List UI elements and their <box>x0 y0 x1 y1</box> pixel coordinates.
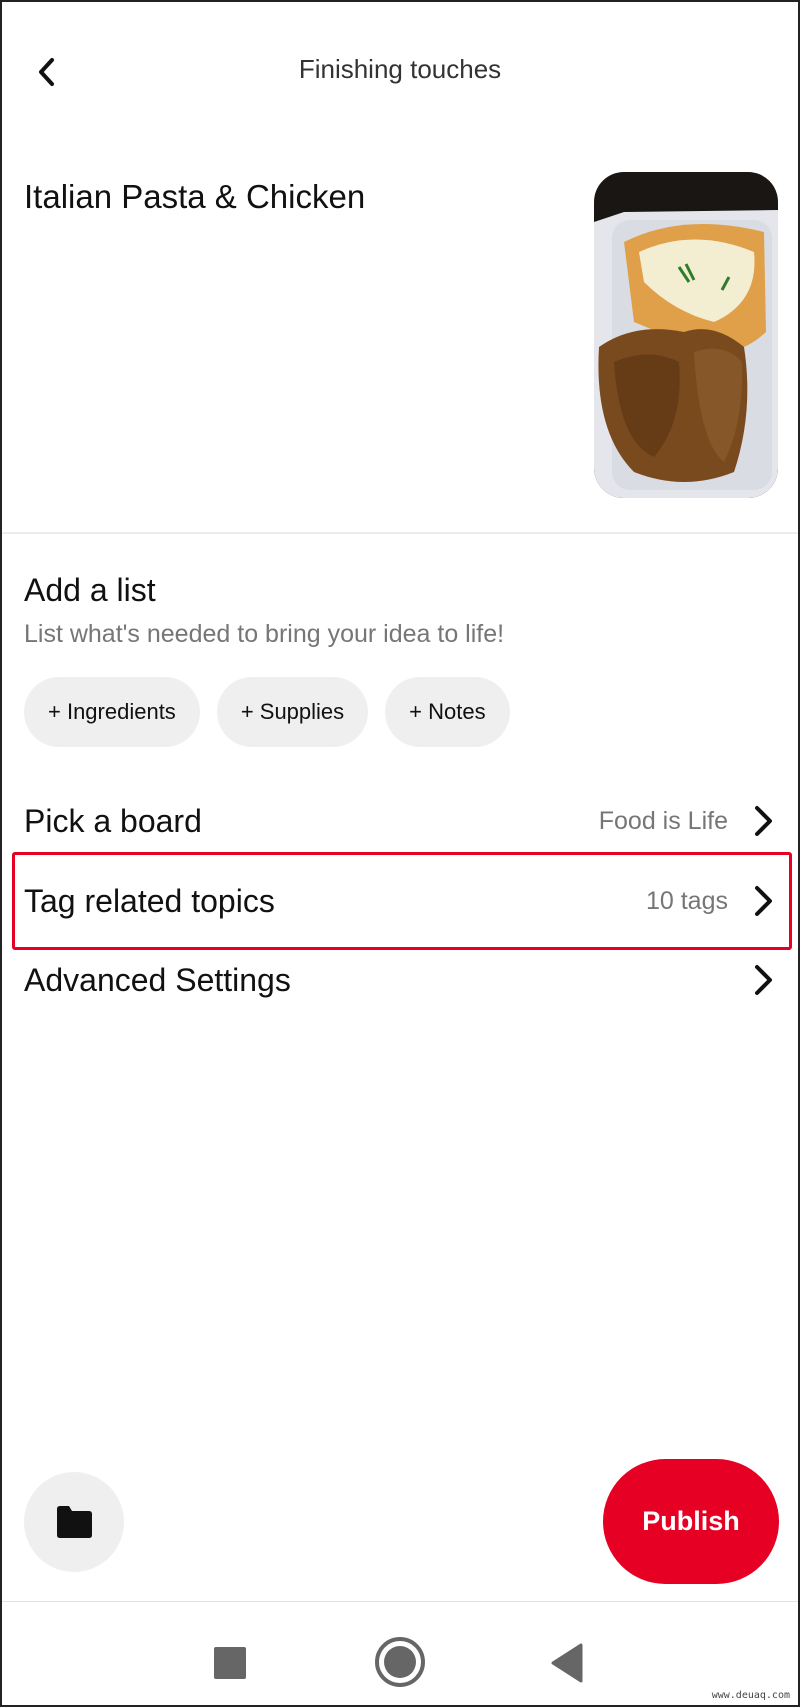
system-back-button[interactable] <box>549 1643 585 1688</box>
recents-square-icon <box>214 1647 246 1679</box>
row-label: Tag related topics <box>24 882 275 919</box>
pin-title: Italian Pasta & Chicken <box>24 178 366 215</box>
add-list-subtitle: List what's needed to bring your idea to… <box>24 620 505 648</box>
list-chips: + Ingredients + Supplies + Notes <box>24 677 510 747</box>
home-circle-icon <box>375 1637 425 1687</box>
pick-board-row[interactable]: Pick a board Food is Life <box>24 791 776 851</box>
add-list-title: Add a list <box>24 572 156 608</box>
publish-button[interactable]: Publish <box>603 1459 779 1584</box>
home-button[interactable] <box>374 1636 426 1693</box>
recents-button[interactable] <box>212 1645 248 1686</box>
add-notes-button[interactable]: + Notes <box>385 677 510 747</box>
tag-topics-row[interactable]: Tag related topics 10 tags <box>24 871 776 931</box>
back-triangle-icon <box>551 1643 583 1683</box>
chevron-right-icon <box>755 886 772 916</box>
tags-count: 10 tags <box>645 886 728 915</box>
food-image <box>594 172 778 498</box>
add-ingredients-button[interactable]: + Ingredients <box>24 677 200 747</box>
folder-icon <box>57 1506 92 1538</box>
drafts-folder-button[interactable] <box>24 1472 124 1572</box>
row-label: Advanced Settings <box>24 961 291 998</box>
watermark: www.deuaq.com <box>711 1690 790 1701</box>
advanced-settings-row[interactable]: Advanced Settings <box>24 950 776 1010</box>
chevron-right-icon <box>755 965 772 995</box>
row-label: Pick a board <box>24 802 202 839</box>
chevron-right-icon <box>755 806 772 836</box>
page-title: Finishing touches <box>298 54 502 84</box>
section-divider <box>2 532 798 534</box>
add-supplies-button[interactable]: + Supplies <box>216 677 369 747</box>
nav-divider <box>2 1601 798 1602</box>
board-value: Food is Life <box>598 806 728 835</box>
pin-thumbnail[interactable] <box>594 172 778 498</box>
